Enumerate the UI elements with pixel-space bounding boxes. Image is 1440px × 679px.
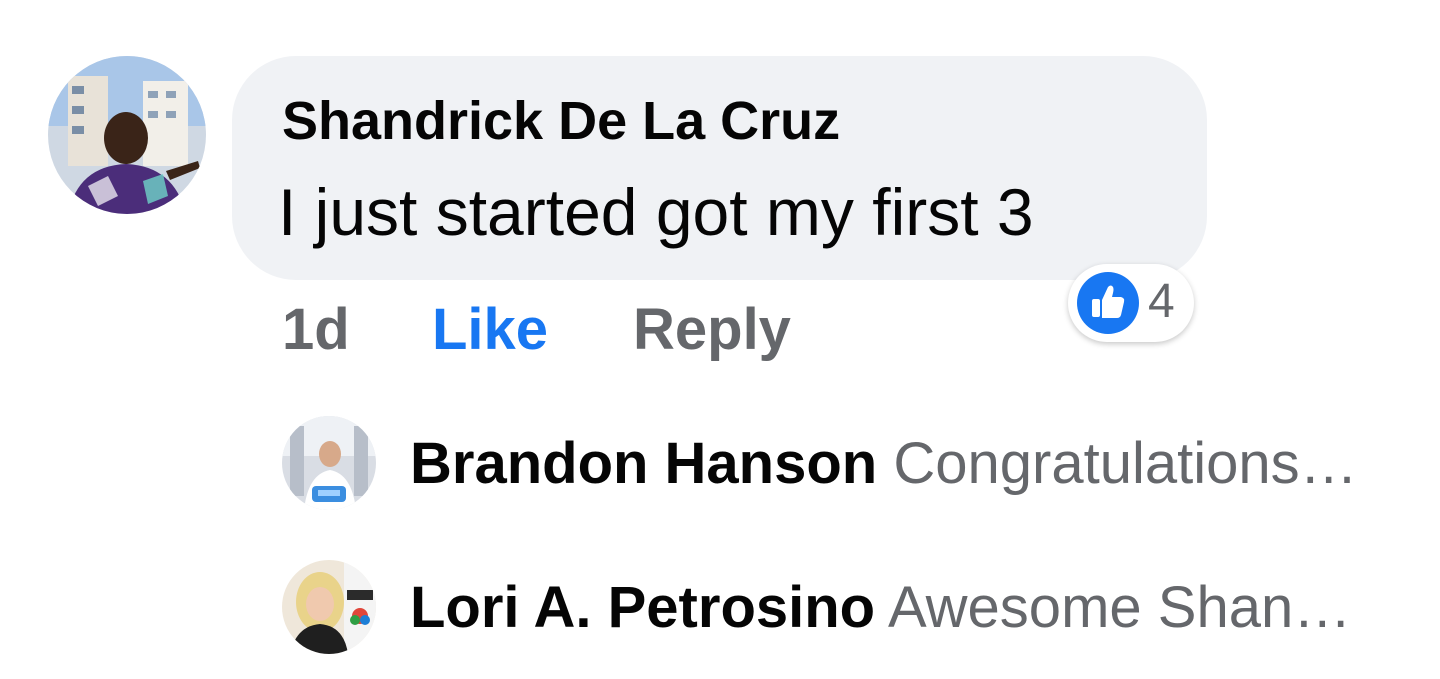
thumbs-up-icon <box>1077 272 1139 334</box>
comment-bubble: Shandrick De La Cruz I just started got … <box>232 56 1207 280</box>
profile-photo <box>282 560 376 654</box>
profile-photo <box>282 416 376 510</box>
reply-button[interactable]: Reply <box>633 296 791 366</box>
like-button[interactable]: Like <box>432 296 548 366</box>
reply-author[interactable]: Lori A. Petrosino <box>410 575 875 640</box>
reply-author[interactable]: Brandon Hanson <box>410 431 877 496</box>
comment-thread: Shandrick De La Cruz I just started got … <box>0 0 1440 679</box>
reply-text: Brandon Hanson Congratulations… <box>410 430 1358 497</box>
avatar[interactable] <box>48 56 206 214</box>
reply-item[interactable]: Lori A. Petrosino Awesome Shan… <box>282 560 1402 656</box>
comment-author[interactable]: Shandrick De La Cruz <box>282 90 840 152</box>
reaction-count: 4 <box>1148 275 1175 328</box>
reply-item[interactable]: Brandon Hanson Congratulations… <box>282 416 1402 512</box>
profile-photo <box>48 56 206 214</box>
comment-text: I just started got my first 3 <box>278 175 1034 249</box>
avatar[interactable] <box>282 560 376 654</box>
comment-timestamp[interactable]: 1d <box>282 296 350 366</box>
reply-text: Lori A. Petrosino Awesome Shan… <box>410 574 1351 641</box>
reaction-summary[interactable]: 4 <box>1068 264 1194 342</box>
reply-snippet: Congratulations… <box>893 431 1358 496</box>
avatar[interactable] <box>282 416 376 510</box>
reply-snippet: Awesome Shan… <box>888 575 1352 640</box>
